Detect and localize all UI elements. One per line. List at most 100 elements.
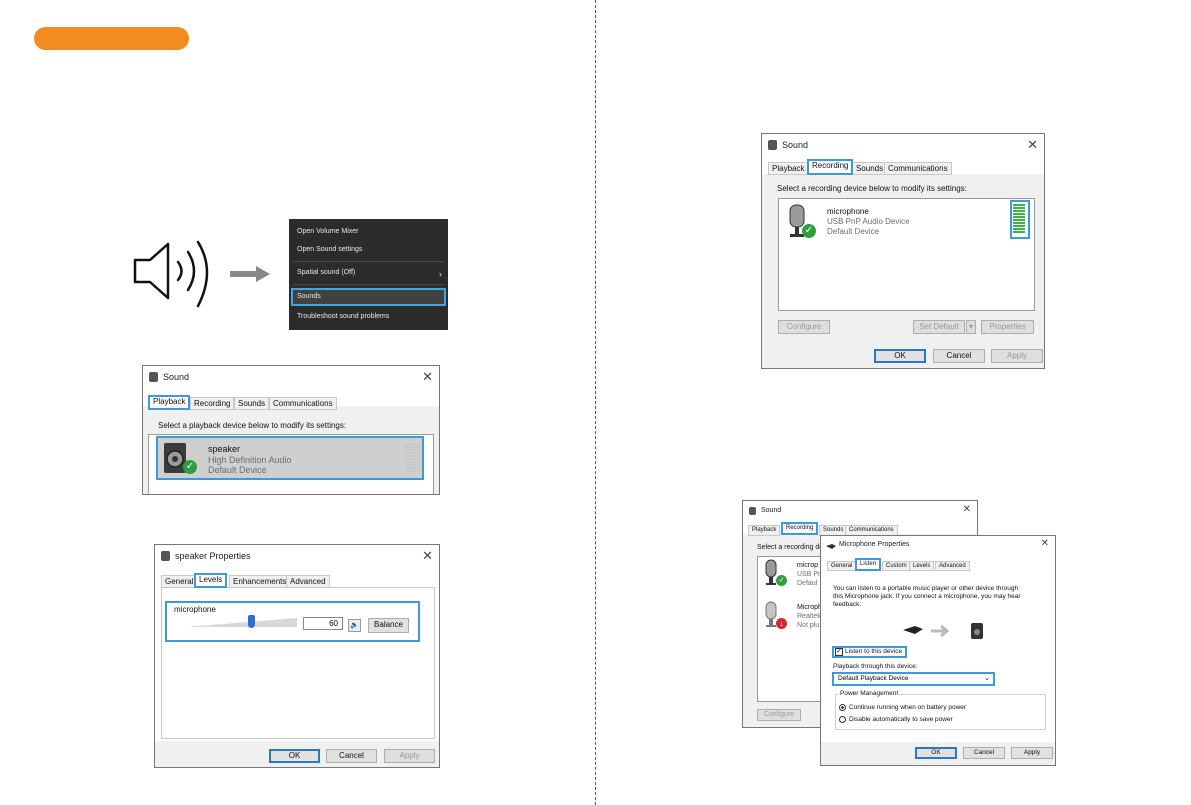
configure-button[interactable]: Configure (778, 320, 830, 334)
step-badge (34, 27, 189, 50)
volume-meter (406, 443, 420, 473)
set-default-dropdown-icon[interactable]: ▾ (966, 320, 976, 334)
sound-dialog-playback: Sound ✕ Playback Recording Sounds Commun… (142, 365, 440, 495)
close-icon[interactable]: ✕ (422, 548, 433, 564)
tab-levels[interactable]: Levels (909, 561, 935, 571)
sound-app-icon (749, 507, 756, 515)
description-line: this Microphone jack. If you connect a m… (833, 593, 1021, 600)
listen-checkbox[interactable]: ✓ (835, 648, 843, 656)
microphone-app-icon (826, 544, 836, 549)
ok-button[interactable]: OK (269, 749, 320, 763)
configure-button[interactable]: Configure (757, 709, 801, 721)
tab-communications[interactable]: Communications (269, 397, 337, 410)
tab-general[interactable]: General (827, 561, 857, 571)
device-driver: USB PnP Audio Device (827, 217, 910, 226)
device-driver: Realtek (797, 613, 821, 620)
arrow-shaft (230, 271, 258, 277)
device-driver: High Definition Audio (208, 455, 292, 465)
sound-app-icon (149, 372, 158, 382)
microphone-properties-dialog: Microphone Properties ✕ General Listen C… (820, 535, 1056, 766)
menu-open-volume-mixer[interactable]: Open Volume Mixer (297, 225, 358, 239)
ok-button[interactable]: OK (915, 747, 957, 759)
cancel-button[interactable]: Cancel (963, 747, 1005, 759)
chevron-down-icon: ⌄ (984, 675, 990, 682)
instruction-text: Select a playback device below to modify… (158, 421, 347, 430)
tab-playback[interactable]: Playback (768, 162, 809, 175)
tab-advanced[interactable]: Advanced (935, 561, 970, 571)
set-default-button[interactable]: Set Default (913, 320, 965, 334)
device-name: microp (797, 562, 819, 569)
device-name: Microph (797, 604, 822, 611)
listen-checkbox-label: Listen to this device (845, 648, 903, 655)
power-management-group (835, 694, 1046, 730)
volume-slider-thumb[interactable] (248, 615, 255, 628)
cancel-button[interactable]: Cancel (933, 349, 985, 363)
tab-listen[interactable]: Listen (855, 558, 882, 571)
page-divider (595, 0, 596, 805)
tab-recording[interactable]: Recording (190, 397, 235, 410)
chevron-right-icon: › (439, 269, 442, 279)
sound-context-menu: Open Volume Mixer Open Sound settings Sp… (289, 219, 448, 330)
device-name: speaker (208, 444, 241, 454)
tab-playback[interactable]: Playback (148, 395, 191, 410)
device-status: Defaul (797, 580, 818, 587)
close-icon[interactable]: ✕ (963, 504, 971, 515)
unplugged-icon: ↓ (776, 618, 787, 629)
dialog-title: Sound (782, 140, 809, 150)
device-driver: USB Pn (797, 571, 822, 578)
group-label: microphone (173, 605, 217, 614)
tab-communications[interactable]: Communications (884, 162, 952, 175)
description-line: feedback. (833, 601, 862, 608)
cancel-button[interactable]: Cancel (326, 749, 377, 763)
radio-disable-auto[interactable] (839, 716, 846, 723)
properties-button[interactable]: Properties (981, 320, 1034, 334)
close-icon[interactable]: ✕ (1041, 538, 1049, 549)
ok-button[interactable]: OK (874, 349, 926, 363)
speaker-icon (133, 240, 209, 308)
apply-button[interactable]: Apply (1011, 747, 1053, 759)
input-level-meter (1013, 204, 1025, 234)
playback-device-select[interactable]: Default Playback Device (832, 672, 995, 686)
dialog-title: Sound (163, 372, 190, 382)
device-list (778, 198, 1035, 311)
menu-open-sound-settings[interactable]: Open Sound settings (297, 243, 362, 257)
arrow-right-icon (256, 266, 270, 282)
mute-speaker-icon[interactable]: 🔉 (348, 619, 361, 632)
close-icon[interactable]: ✕ (422, 369, 433, 385)
menu-troubleshoot[interactable]: Troubleshoot sound problems (297, 310, 389, 324)
device-flow-illustration (903, 623, 983, 639)
default-check-icon: ✓ (183, 460, 197, 474)
menu-separator (293, 284, 444, 285)
radio-continue-label: Continue running when on battery power (849, 704, 967, 711)
tab-playback[interactable]: Playback (748, 525, 781, 536)
balance-button[interactable]: Balance (368, 618, 409, 633)
power-management-label: Power Management (839, 690, 900, 697)
close-icon[interactable]: ✕ (1027, 137, 1038, 153)
menu-spatial-sound[interactable]: Spatial sound (Off) (297, 266, 355, 280)
apply-button[interactable]: Apply (991, 349, 1043, 363)
playback-device-label: Playback through this device: (833, 663, 918, 670)
radio-continue-running[interactable] (839, 704, 846, 711)
description-line: You can listen to a portable music playe… (833, 585, 1019, 592)
dialog-title: Microphone Properties (839, 541, 910, 548)
sound-dialog-recording: Sound ✕ Playback Recording Sounds Commun… (761, 133, 1045, 369)
tab-recording[interactable]: Recording (807, 159, 854, 175)
menu-separator (293, 261, 444, 262)
menu-sounds[interactable]: Sounds (297, 290, 321, 304)
device-status: Not plu (797, 622, 820, 629)
default-check-icon: ✓ (802, 224, 816, 238)
tab-custom[interactable]: Custom (882, 561, 911, 571)
dialog-title: Sound (761, 507, 782, 514)
apply-button[interactable]: Apply (384, 749, 435, 763)
sound-app-icon (768, 140, 777, 150)
tab-recording[interactable]: Recording (781, 522, 819, 535)
volume-value-field[interactable]: 60 (303, 617, 343, 630)
speaker-properties-dialog: speaker Properties ✕ General Levels Enha… (154, 544, 440, 768)
device-status: Default Device (827, 227, 880, 236)
device-name: microphone (827, 207, 869, 216)
tab-sounds[interactable]: Sounds (852, 162, 888, 175)
tab-levels[interactable]: Levels (194, 573, 228, 588)
radio-disable-label: Disable automatically to save power (849, 716, 953, 723)
instruction-text: Select a recording de (757, 544, 824, 551)
tab-sounds[interactable]: Sounds (234, 397, 270, 410)
